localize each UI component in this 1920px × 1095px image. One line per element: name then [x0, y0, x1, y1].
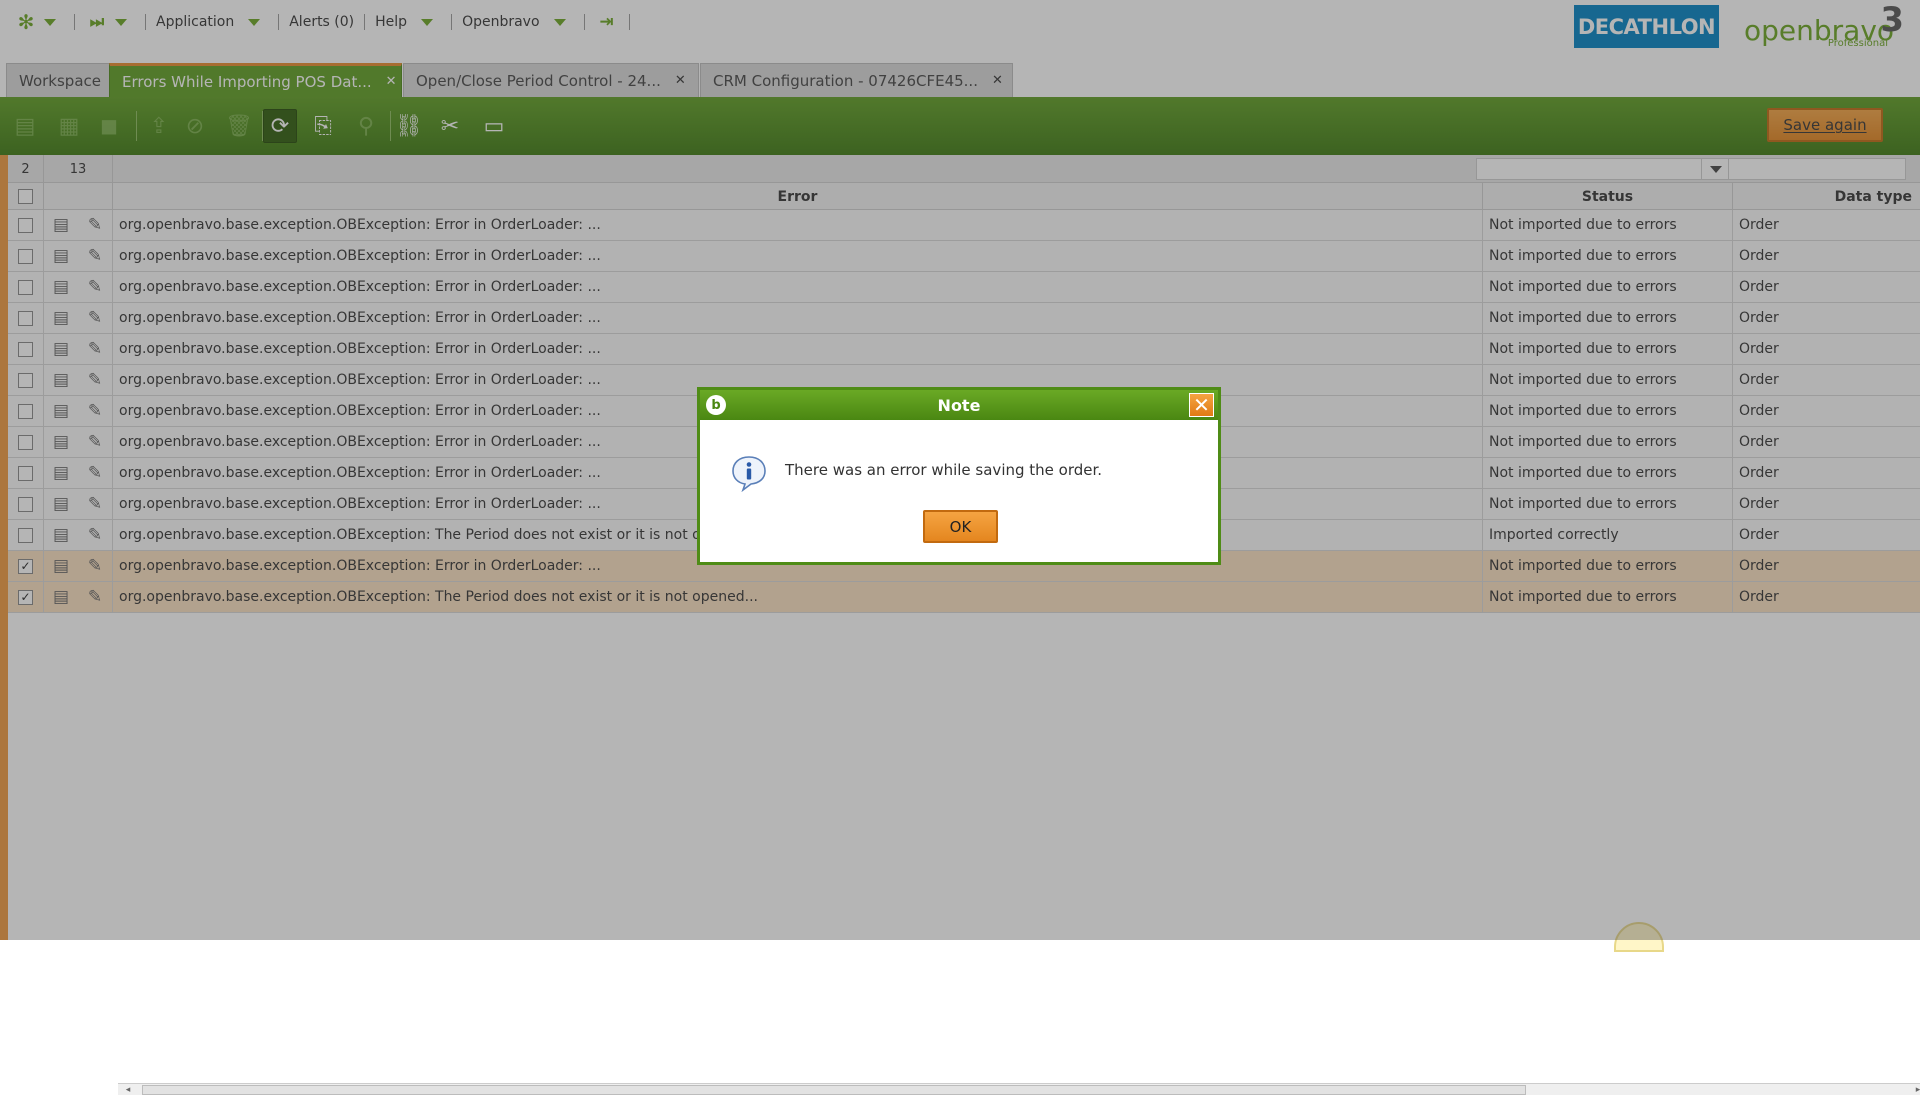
note-dialog: b Note ✕ There was an error while saving… [697, 387, 1221, 565]
scroll-right-icon[interactable]: ▸ [1910, 1084, 1920, 1095]
info-icon [732, 456, 766, 492]
dialog-title: Note [937, 395, 981, 415]
ok-button[interactable]: OK [923, 510, 998, 543]
scroll-left-icon[interactable]: ◂ [120, 1084, 136, 1095]
close-icon[interactable]: ✕ [1189, 393, 1214, 417]
scrollbar-thumb[interactable] [142, 1085, 1526, 1095]
dialog-message: There was an error while saving the orde… [785, 461, 1103, 479]
horizontal-scrollbar[interactable]: ◂ ▸ [118, 1083, 1920, 1095]
dialog-header: b Note ✕ [700, 390, 1218, 420]
